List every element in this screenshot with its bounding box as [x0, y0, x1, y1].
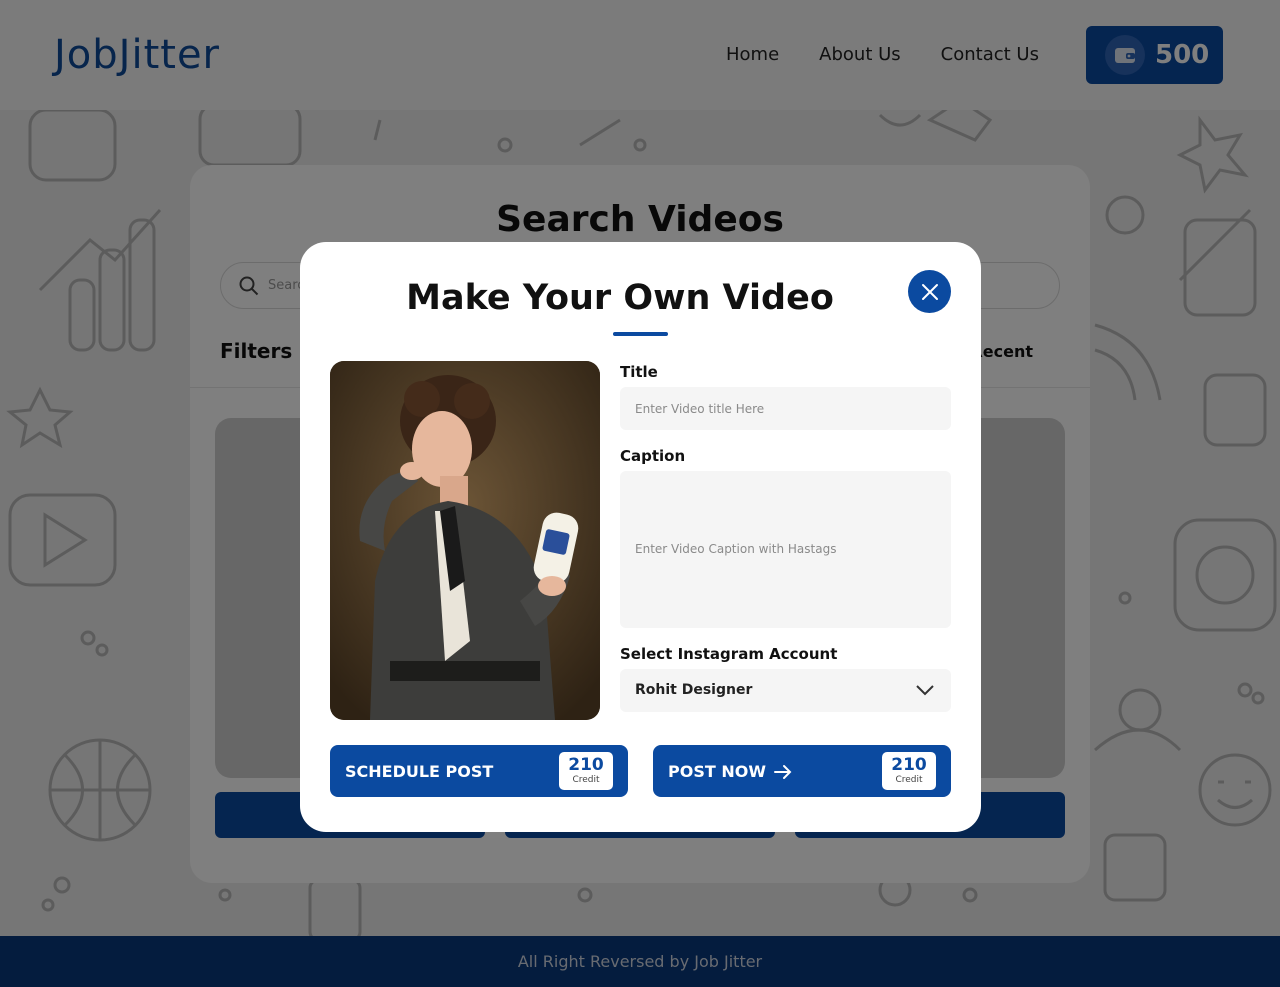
caption-field-label: Caption	[620, 447, 686, 465]
make-video-modal: Make Your Own Video Title Enter Video ti…	[300, 242, 981, 832]
post-now-button[interactable]: POST NOW 210 Credit	[653, 745, 951, 797]
post-now-label: POST NOW	[668, 762, 766, 781]
chevron-down-icon	[916, 685, 934, 696]
video-title-input[interactable]	[620, 387, 951, 430]
arrow-right-icon	[773, 764, 792, 779]
selected-account: Rohit Designer	[635, 682, 753, 698]
post-now-credit-badge: 210 Credit	[882, 752, 936, 790]
post-now-credit-unit: Credit	[895, 775, 923, 785]
video-preview-image	[330, 361, 600, 720]
post-now-label-group: POST NOW	[668, 762, 792, 781]
post-now-credit-value: 210	[891, 755, 927, 775]
schedule-post-button[interactable]: SCHEDULE POST 210 Credit	[330, 745, 628, 797]
title-field-label: Title	[620, 363, 658, 381]
schedule-credit-value: 210	[568, 755, 604, 775]
video-caption-input[interactable]	[620, 471, 951, 628]
instagram-account-select[interactable]: Rohit Designer	[620, 669, 951, 712]
close-icon	[921, 283, 938, 300]
modal-title: Make Your Own Video	[406, 278, 834, 318]
close-modal-button[interactable]	[908, 270, 951, 313]
schedule-post-label: SCHEDULE POST	[345, 762, 494, 781]
title-underline	[613, 332, 668, 336]
schedule-credit-badge: 210 Credit	[559, 752, 613, 790]
instagram-account-label: Select Instagram Account	[620, 645, 838, 663]
schedule-credit-unit: Credit	[572, 775, 600, 785]
